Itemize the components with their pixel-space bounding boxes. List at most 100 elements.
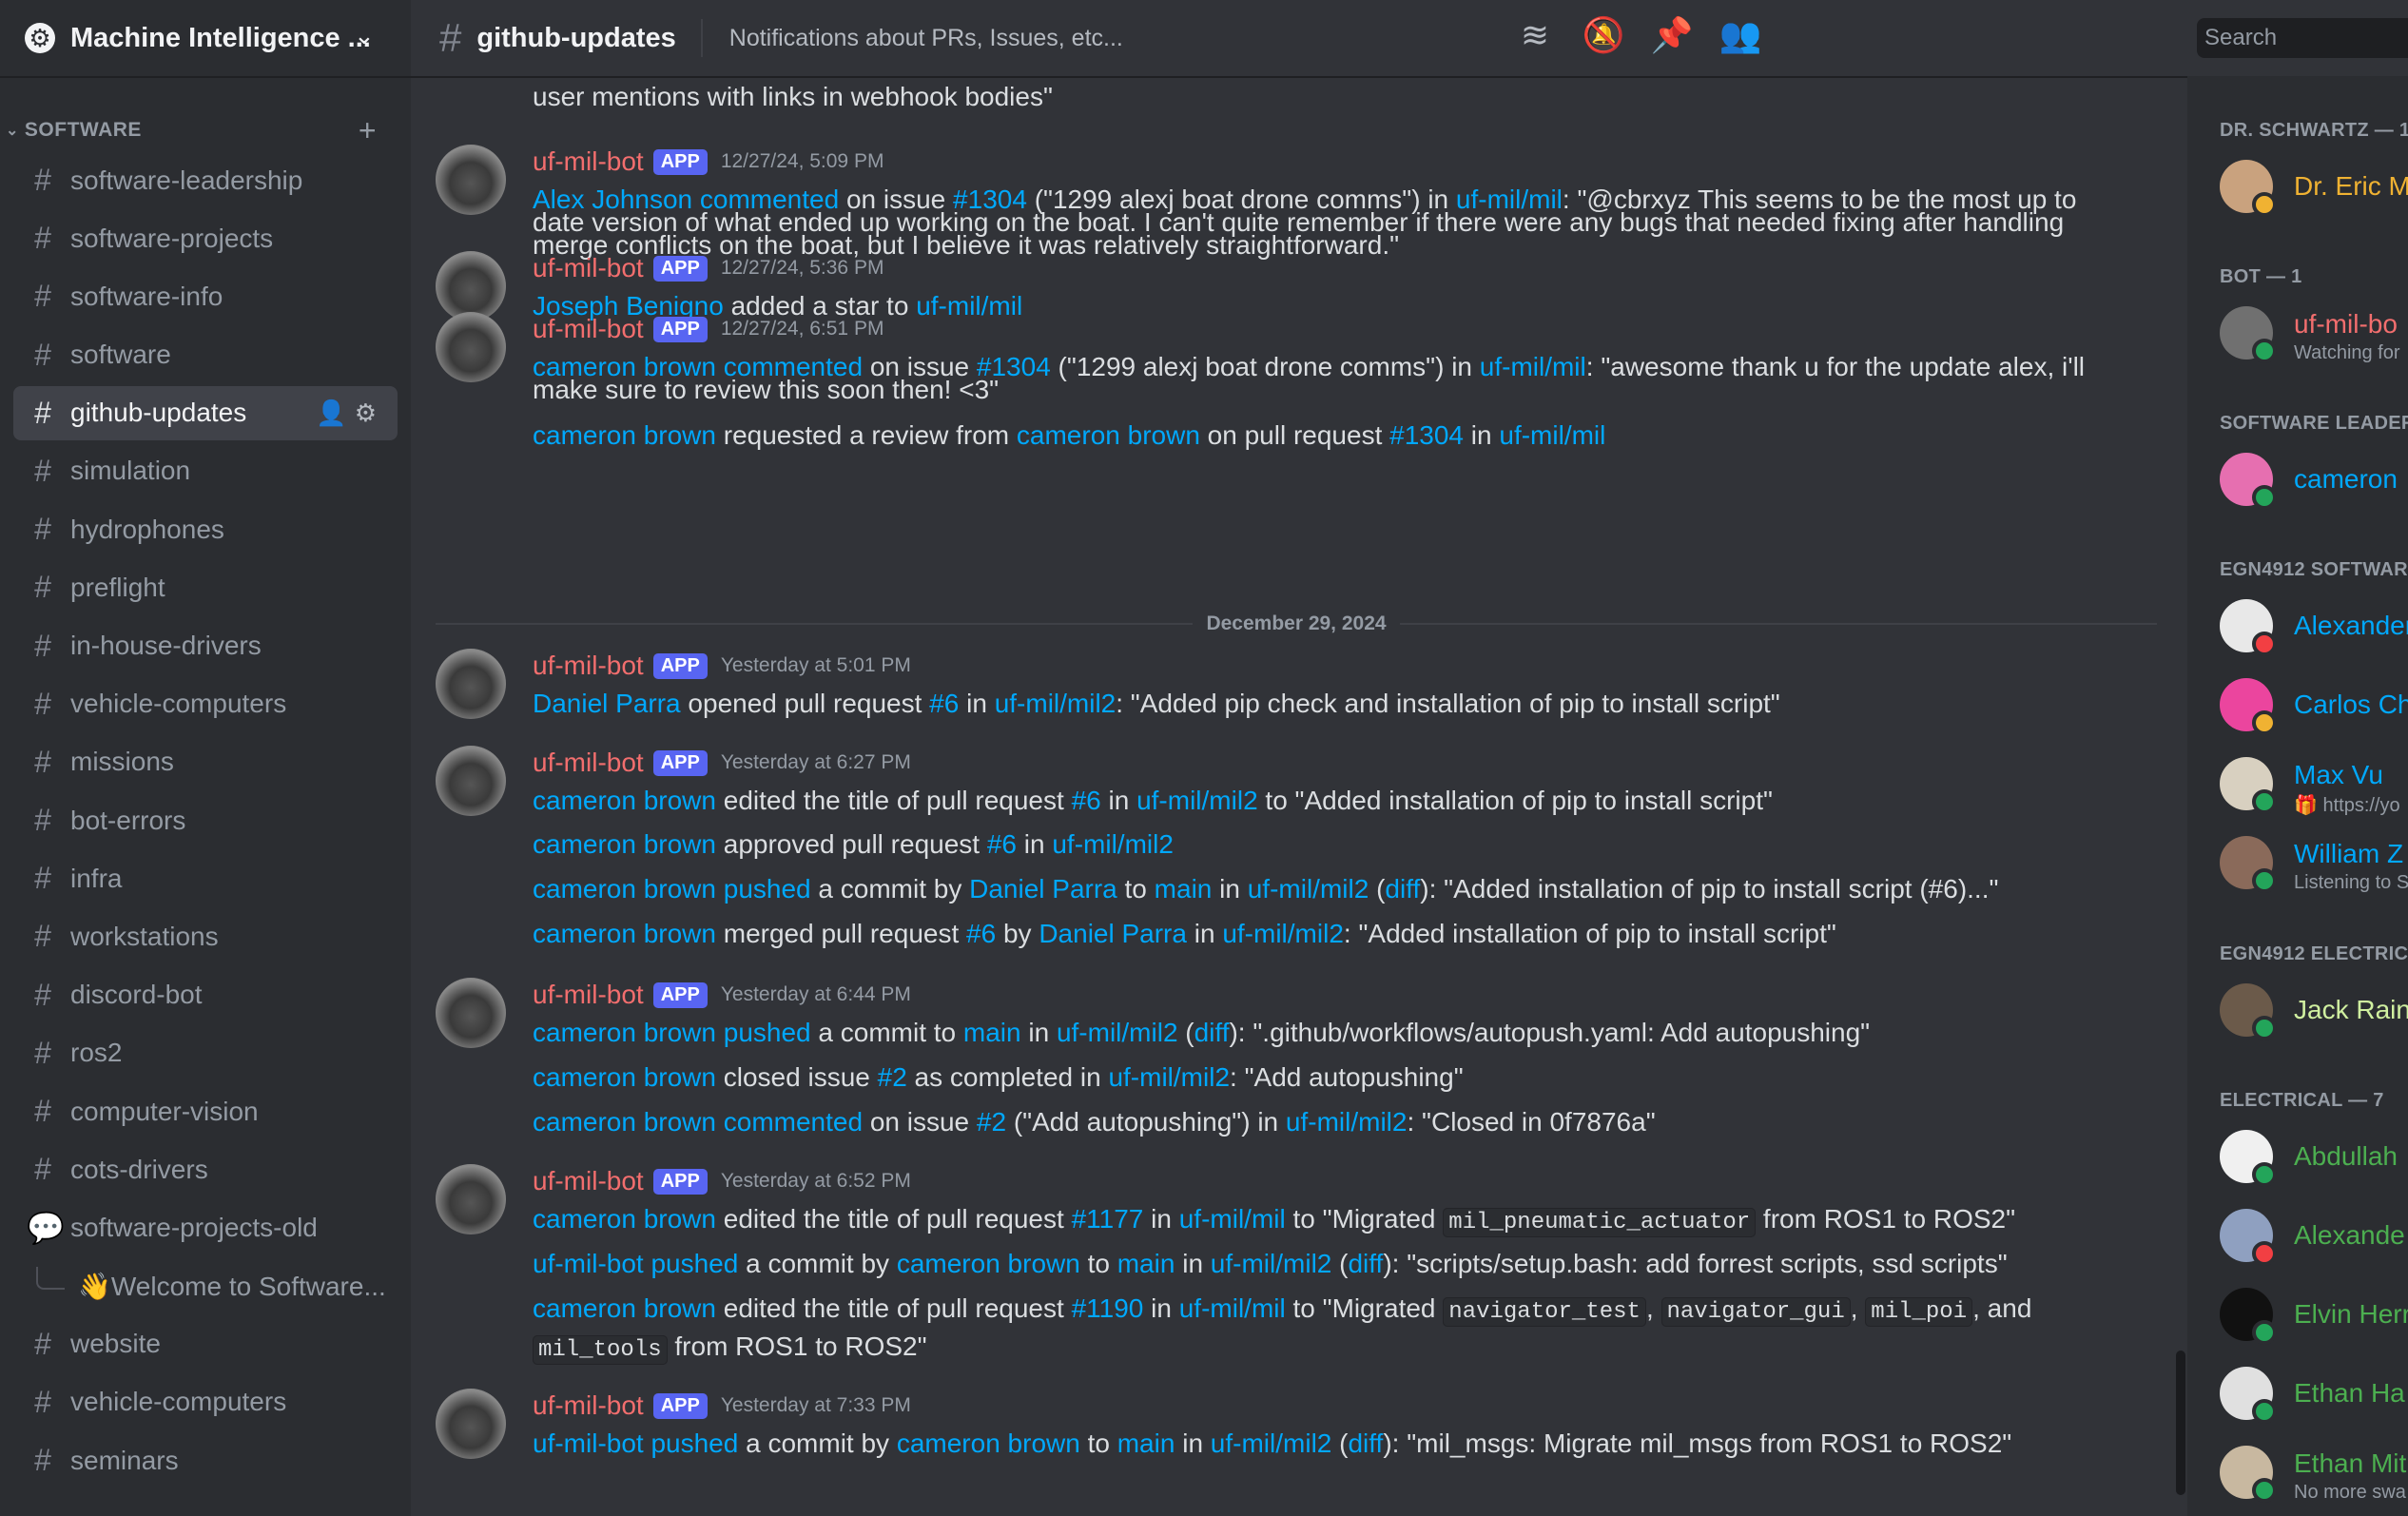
- user-link[interactable]: cameron brown: [897, 1249, 1080, 1278]
- member-item[interactable]: Jack Rain: [2220, 980, 2408, 1040]
- channel-item[interactable]: # bot-errors: [13, 793, 398, 847]
- pr-link[interactable]: #6: [929, 689, 959, 718]
- user-link[interactable]: cameron brown commented: [533, 1107, 863, 1137]
- user-link[interactable]: Daniel Parra: [1039, 919, 1187, 948]
- member-item[interactable]: cameron: [2220, 449, 2398, 510]
- channel-topic[interactable]: Notifications about PRs, Issues, etc...: [729, 25, 1123, 52]
- user-link[interactable]: cameron brown: [533, 829, 716, 859]
- avatar[interactable]: [436, 1389, 506, 1459]
- message-author[interactable]: uf-mil-bot: [533, 651, 644, 681]
- user-link[interactable]: cameron brown: [897, 1429, 1080, 1458]
- branch-link[interactable]: main: [1117, 1429, 1175, 1458]
- invite-icon[interactable]: 👤: [316, 398, 354, 427]
- channel-item[interactable]: # seminars: [13, 1433, 398, 1487]
- repo-link[interactable]: uf-mil/mil2: [1211, 1249, 1332, 1278]
- user-link[interactable]: uf-mil-bot pushed: [533, 1429, 738, 1458]
- user-link[interactable]: cameron brown pushed: [533, 1018, 811, 1047]
- chevron-down-icon[interactable]: ⌄: [354, 21, 375, 50]
- message-author[interactable]: uf-mil-bot: [533, 146, 644, 177]
- diff-link[interactable]: diff: [1348, 1429, 1383, 1458]
- diff-link[interactable]: diff: [1348, 1249, 1383, 1278]
- channel-item[interactable]: # vehicle-computers: [13, 677, 398, 731]
- repo-link[interactable]: uf-mil/mil2: [1248, 874, 1369, 904]
- issue-link[interactable]: #2: [878, 1062, 907, 1092]
- avatar[interactable]: [436, 746, 506, 816]
- threads-icon[interactable]: ≋: [1501, 15, 1569, 55]
- channel-item[interactable]: # hydrophones: [13, 502, 398, 556]
- repo-link[interactable]: uf-mil/mil2: [1052, 829, 1174, 859]
- user-link[interactable]: cameron brown: [533, 1293, 716, 1323]
- repo-link[interactable]: uf-mil/mil: [1499, 420, 1605, 450]
- user-link[interactable]: uf-mil-bot pushed: [533, 1249, 738, 1278]
- user-link[interactable]: Daniel Parra: [533, 689, 681, 718]
- message-author[interactable]: uf-mil-bot: [533, 748, 644, 778]
- channel-item[interactable]: # computer-vision: [13, 1084, 398, 1138]
- branch-link[interactable]: main: [1117, 1249, 1175, 1278]
- member-item[interactable]: Carlos Ch: [2220, 674, 2408, 735]
- pr-link[interactable]: #6: [1072, 786, 1101, 815]
- repo-link[interactable]: uf-mil/mil: [916, 291, 1022, 321]
- channel-item[interactable]: # software: [13, 328, 398, 382]
- pr-link[interactable]: #1190: [1072, 1293, 1144, 1323]
- avatar[interactable]: [436, 1164, 506, 1234]
- member-item[interactable]: Max Vu 🎁 https://yo: [2220, 753, 2400, 816]
- member-item[interactable]: Elvin Herr: [2220, 1284, 2408, 1345]
- member-item[interactable]: Ethan Ha: [2220, 1363, 2405, 1424]
- user-link[interactable]: Daniel Parra: [969, 874, 1117, 904]
- user-link[interactable]: cameron brown: [533, 919, 716, 948]
- pin-icon[interactable]: 📌: [1638, 15, 1706, 55]
- channel-item[interactable]: # in-house-drivers: [13, 619, 398, 673]
- member-list-icon[interactable]: 👥: [1706, 15, 1775, 55]
- user-link[interactable]: cameron brown: [533, 420, 716, 450]
- issue-link[interactable]: #1304: [1389, 420, 1464, 450]
- channel-item[interactable]: # software-projects: [13, 211, 398, 265]
- channel-item-active[interactable]: # github-updates 👤⚙: [13, 385, 398, 440]
- repo-link[interactable]: uf-mil/mil: [1480, 352, 1586, 381]
- repo-link[interactable]: uf-mil/mil2: [995, 689, 1117, 718]
- diff-link[interactable]: diff: [1385, 874, 1420, 904]
- create-channel-icon[interactable]: +: [359, 113, 377, 148]
- member-item[interactable]: William Z Listening to S: [2220, 832, 2408, 893]
- member-item[interactable]: Ethan Mit No more swa: [2220, 1442, 2406, 1503]
- message-author[interactable]: uf-mil-bot: [533, 1166, 644, 1196]
- channel-item[interactable]: # infra: [13, 851, 398, 905]
- channel-item[interactable]: # preflight: [13, 560, 398, 614]
- channel-item[interactable]: # ros2: [13, 1026, 398, 1080]
- server-header[interactable]: ⚙ Machine Intelligence ... ⌄: [0, 0, 411, 78]
- avatar[interactable]: [436, 251, 506, 321]
- member-item[interactable]: Alexander: [2220, 595, 2408, 656]
- repo-link[interactable]: uf-mil/mil: [1179, 1293, 1286, 1323]
- search-input[interactable]: Search: [2197, 18, 2408, 58]
- settings-icon[interactable]: ⚙: [355, 398, 384, 427]
- pr-link[interactable]: #1177: [1072, 1204, 1144, 1234]
- avatar[interactable]: [436, 649, 506, 719]
- repo-link[interactable]: uf-mil/mil2: [1057, 1018, 1178, 1047]
- member-item[interactable]: Abdullah: [2220, 1126, 2398, 1187]
- member-item[interactable]: Dr. Eric M: [2220, 156, 2408, 217]
- message-author[interactable]: uf-mil-bot: [533, 980, 644, 1010]
- mute-bell-icon[interactable]: 🔕: [1569, 15, 1638, 55]
- message-author[interactable]: uf-mil-bot: [533, 253, 644, 283]
- channel-item[interactable]: # simulation: [13, 444, 398, 498]
- user-link[interactable]: cameron brown: [533, 1204, 716, 1234]
- message-author[interactable]: uf-mil-bot: [533, 1390, 644, 1421]
- category-software[interactable]: ⌄ SOFTWARE +: [6, 113, 386, 148]
- pr-link[interactable]: #6: [966, 919, 996, 948]
- user-link[interactable]: cameron brown pushed: [533, 874, 811, 904]
- scrollbar[interactable]: [2176, 1351, 2185, 1495]
- channel-item[interactable]: # workstations: [13, 909, 398, 963]
- user-link[interactable]: cameron brown: [533, 786, 716, 815]
- repo-link[interactable]: uf-mil/mil2: [1211, 1429, 1332, 1458]
- repo-link[interactable]: uf-mil/mil2: [1108, 1062, 1230, 1092]
- user-link[interactable]: cameron brown: [1017, 420, 1200, 450]
- forum-channel-item[interactable]: 💬 software-projects-old: [13, 1200, 398, 1254]
- avatar[interactable]: [436, 978, 506, 1048]
- avatar[interactable]: [436, 312, 506, 382]
- channel-item[interactable]: # cots-drivers: [13, 1142, 398, 1196]
- avatar[interactable]: [436, 145, 506, 215]
- diff-link[interactable]: diff: [1194, 1018, 1230, 1047]
- repo-link[interactable]: uf-mil/mil: [1179, 1204, 1286, 1234]
- channel-item[interactable]: # discord-bot: [13, 968, 398, 1022]
- repo-link[interactable]: uf-mil/mil2: [1222, 919, 1344, 948]
- issue-link[interactable]: #2: [977, 1107, 1006, 1137]
